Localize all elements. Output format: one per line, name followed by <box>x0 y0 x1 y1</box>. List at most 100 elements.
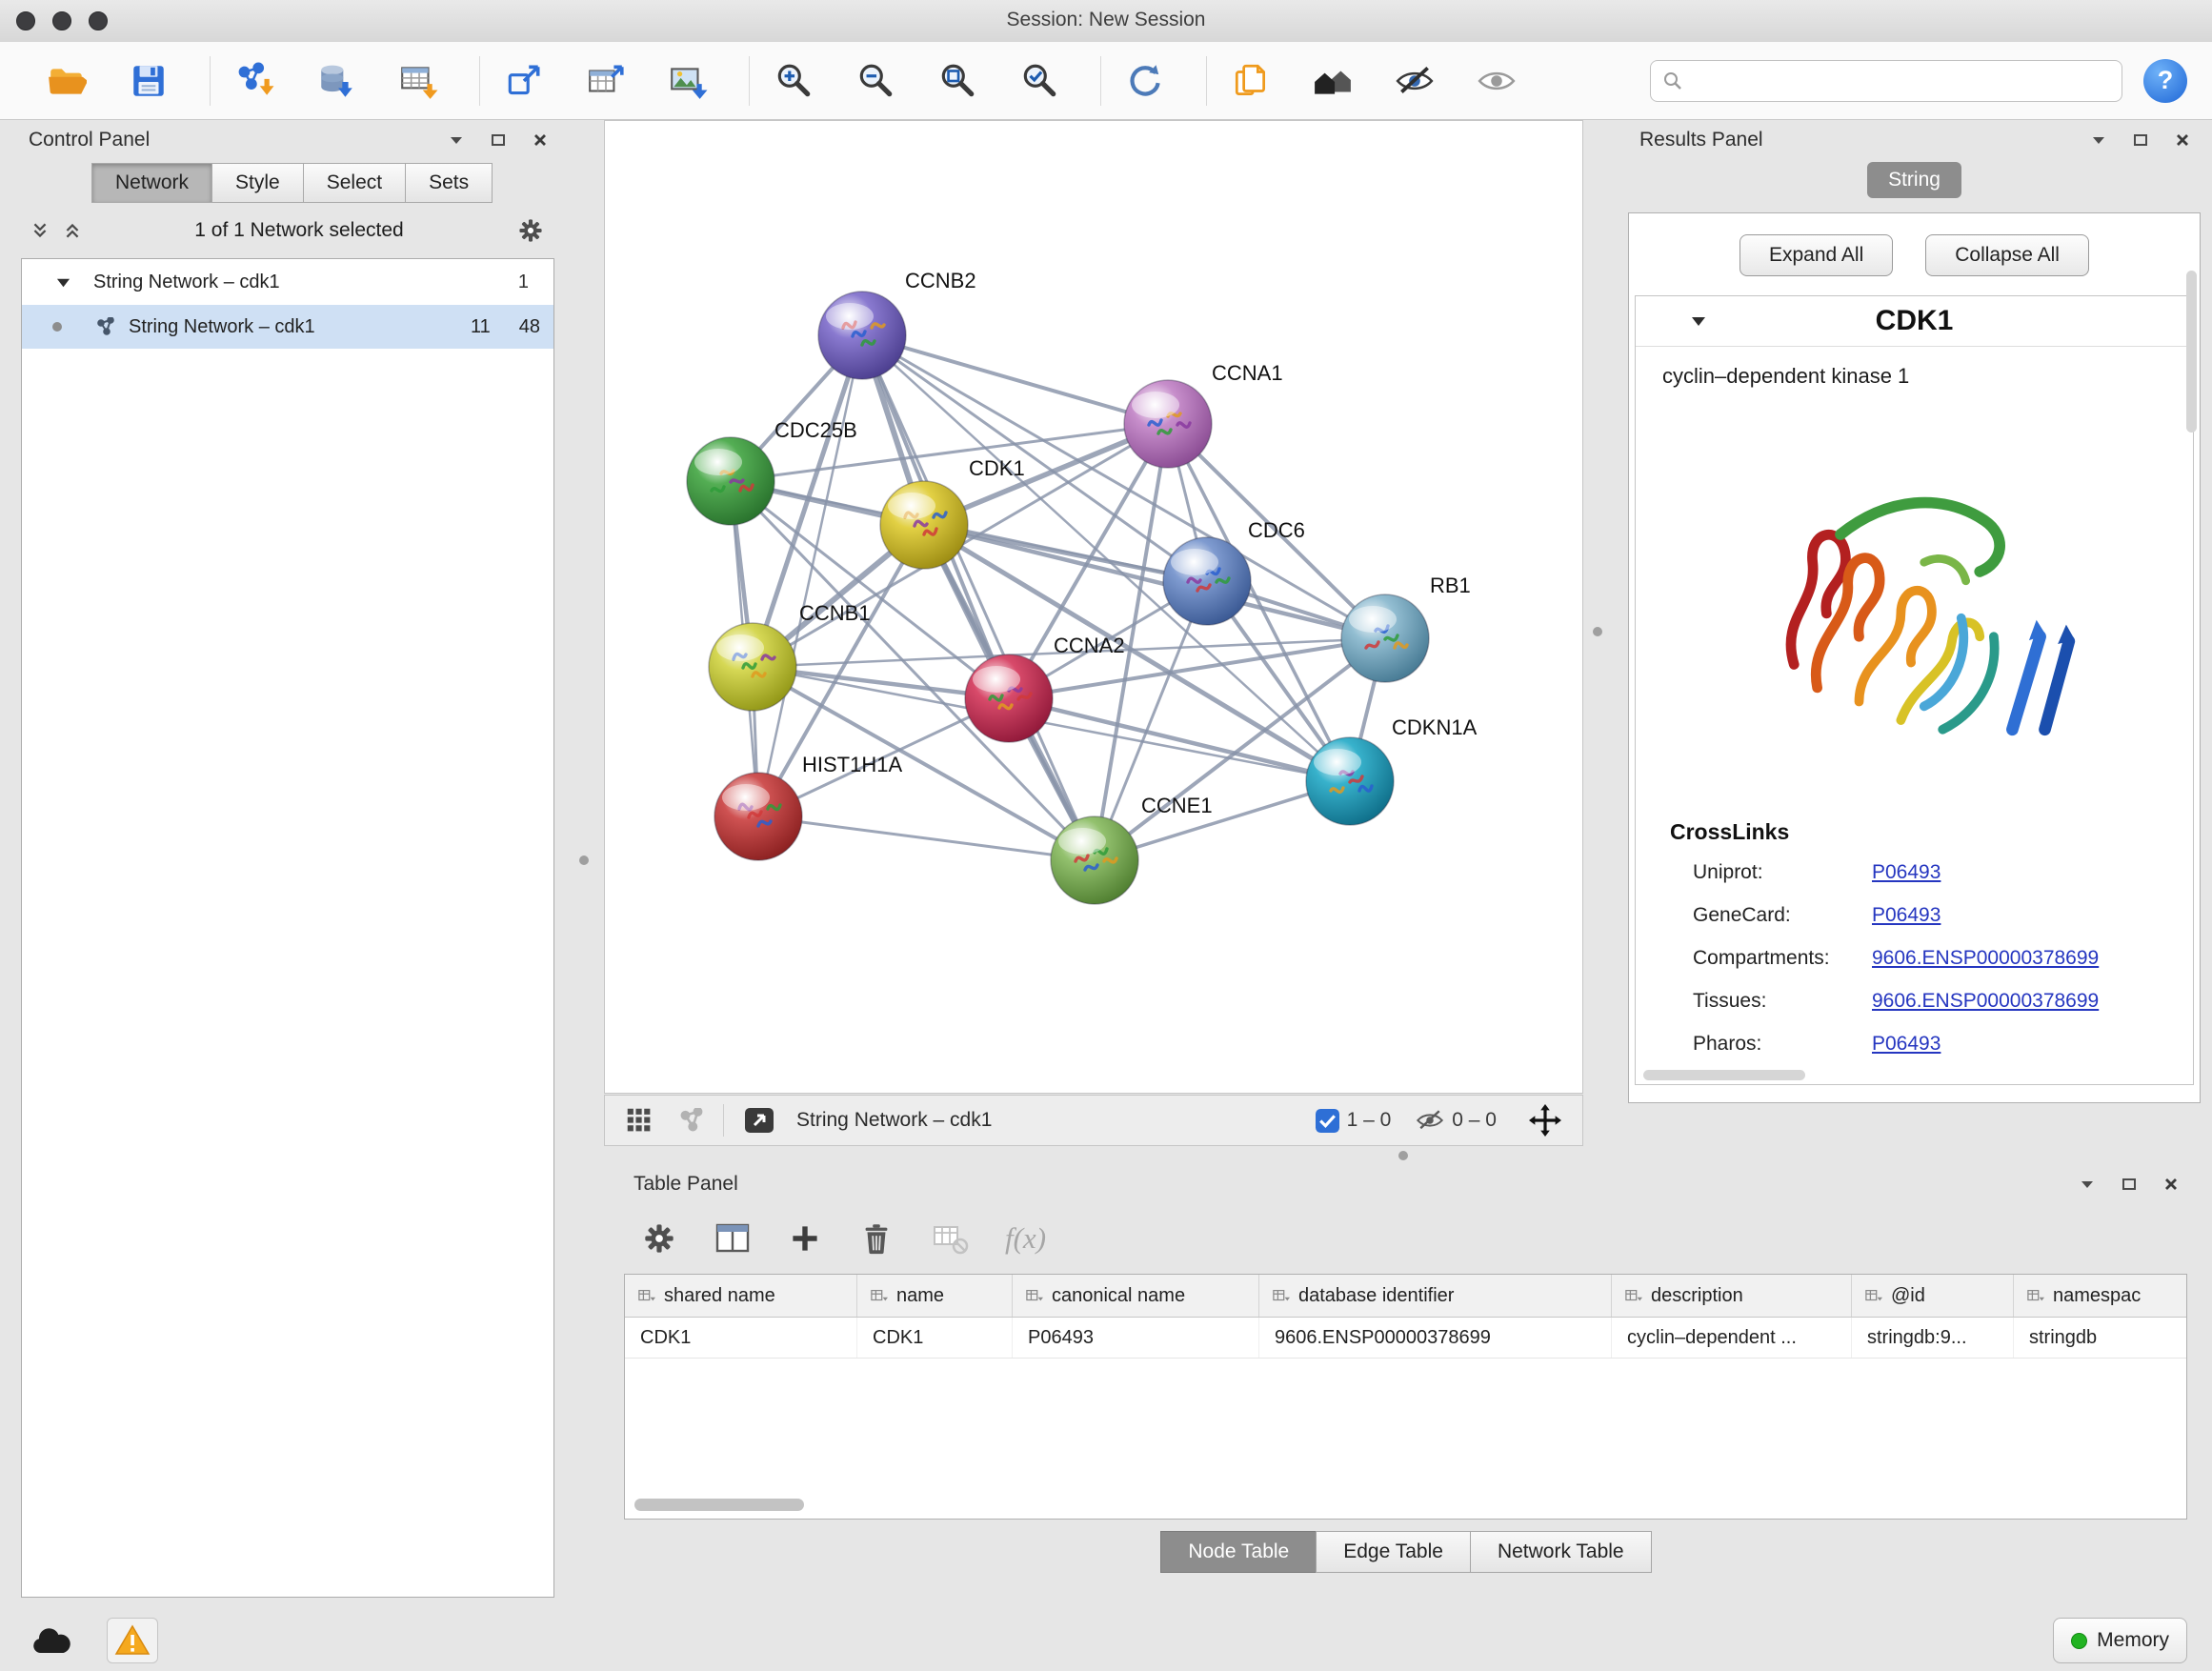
copy-button[interactable] <box>1226 53 1276 109</box>
vertical-splitter-handle[interactable] <box>1593 627 1602 636</box>
network-node-cdc25b[interactable] <box>687 437 774 525</box>
memory-button[interactable]: Memory <box>2053 1618 2187 1663</box>
show-columns-icon[interactable] <box>714 1219 752 1258</box>
function-builder-fx-icon[interactable]: f(x) <box>1005 1221 1046 1256</box>
network-node-ccna2[interactable] <box>965 654 1053 742</box>
network-row-selected[interactable]: String Network – cdk1 11 48 <box>22 305 553 349</box>
network-node-hist1h1a[interactable] <box>714 773 802 860</box>
protein-squiggle <box>1359 786 1372 791</box>
zoom-out-button[interactable] <box>851 53 900 109</box>
import-network-file-button[interactable] <box>230 53 279 109</box>
network-node-ccna1[interactable] <box>1124 380 1212 468</box>
pan-crosshair-icon[interactable] <box>1529 1104 1561 1137</box>
column-header[interactable]: database identifier <box>1259 1275 1612 1317</box>
crosslink-tissues-link[interactable]: 9606.ENSP00000378699 <box>1872 990 2099 1013</box>
birds-eye-grid-icon[interactable] <box>626 1107 653 1134</box>
network-node-ccne1[interactable] <box>1051 816 1138 904</box>
cloud-status-button[interactable] <box>27 1621 74 1660</box>
vertical-splitter-handle[interactable] <box>579 856 589 865</box>
help-button[interactable]: ? <box>2143 59 2187 103</box>
network-edge[interactable] <box>862 335 1168 424</box>
crosslink-uniprot-link[interactable]: P06493 <box>1872 861 1941 884</box>
expand-all-networks-icon[interactable] <box>30 221 50 240</box>
import-table-file-button[interactable] <box>393 53 443 109</box>
control-panel-tabs: Network Style Select Sets <box>91 163 564 203</box>
tab-edge-table[interactable]: Edge Table <box>1316 1531 1471 1573</box>
tab-node-table[interactable]: Node Table <box>1160 1531 1317 1573</box>
close-panel-icon[interactable] <box>2174 131 2191 149</box>
collapse-all-networks-icon[interactable] <box>63 221 82 240</box>
collapse-panel-icon[interactable] <box>2090 131 2107 149</box>
network-collection-row[interactable]: String Network – cdk1 1 <box>22 259 553 305</box>
open-session-button[interactable] <box>42 53 91 109</box>
table-settings-gear-icon[interactable] <box>641 1220 677 1257</box>
search-input[interactable] <box>1693 69 2110 92</box>
network-node-cdk1[interactable] <box>880 481 968 569</box>
network-share-icon[interactable] <box>679 1108 704 1133</box>
show-all-button[interactable] <box>1472 53 1521 109</box>
network-graph[interactable]: CCNB2CCNA1CDC25BCDK1CDC6RB1CCNB1CCNA2CDK… <box>605 121 1582 1093</box>
network-edge[interactable] <box>862 335 1095 860</box>
results-horizontal-scrollbar[interactable] <box>1643 1070 1805 1080</box>
float-panel-icon[interactable] <box>490 131 507 149</box>
gene-caret-icon[interactable] <box>1691 313 1706 329</box>
hidden-eye-slash-icon[interactable] <box>1416 1106 1444 1135</box>
export-table-button[interactable] <box>581 53 631 109</box>
crosslink-compartments-link[interactable]: 9606.ENSP00000378699 <box>1872 947 2099 970</box>
cell-database-identifier[interactable]: 9606.ENSP00000378699 <box>1259 1318 1612 1358</box>
network-node-cdc6[interactable] <box>1163 537 1251 625</box>
network-node-ccnb1[interactable] <box>709 623 796 711</box>
first-neighbors-button[interactable] <box>499 53 549 109</box>
network-view-canvas[interactable]: CCNB2CCNA1CDC25BCDK1CDC6RB1CCNB1CCNA2CDK… <box>604 120 1583 1094</box>
import-network-database-button[interactable] <box>312 53 361 109</box>
network-node-ccnb2[interactable] <box>818 292 906 379</box>
cell-shared-name[interactable]: CDK1 <box>625 1318 857 1358</box>
collapse-panel-icon[interactable] <box>448 131 465 149</box>
search-box[interactable] <box>1650 60 2122 102</box>
collapse-all-button[interactable]: Collapse All <box>1925 234 2089 276</box>
network-options-gear-icon[interactable] <box>516 216 545 245</box>
export-view-icon[interactable] <box>743 1105 775 1136</box>
network-node-rb1[interactable] <box>1341 594 1429 682</box>
export-image-button[interactable] <box>663 53 713 109</box>
gene-header[interactable]: CDK1 <box>1636 296 2193 347</box>
network-node-cdkn1a[interactable] <box>1306 737 1394 825</box>
tab-string[interactable]: String <box>1867 162 1961 198</box>
create-column-plus-icon[interactable] <box>788 1221 822 1256</box>
column-header[interactable]: shared name <box>625 1275 857 1317</box>
hide-selected-button[interactable] <box>1390 53 1439 109</box>
save-session-button[interactable] <box>124 53 173 109</box>
network-edge[interactable] <box>924 525 1385 638</box>
float-panel-icon[interactable] <box>2132 131 2149 149</box>
zoom-in-button[interactable] <box>769 53 818 109</box>
tab-sets[interactable]: Sets <box>405 163 493 203</box>
crosslink-genecard-link[interactable]: P06493 <box>1872 904 1941 927</box>
warnings-button[interactable] <box>107 1618 158 1663</box>
horizontal-splitter-handle[interactable] <box>1398 1151 1408 1160</box>
cell-name[interactable]: CDK1 <box>857 1318 1013 1358</box>
network-edge[interactable] <box>758 335 862 816</box>
close-panel-icon[interactable] <box>532 131 549 149</box>
expand-all-button[interactable]: Expand All <box>1739 234 1893 276</box>
tab-network[interactable]: Network <box>91 163 212 203</box>
zoom-fit-button[interactable] <box>933 53 982 109</box>
apply-layout-button[interactable] <box>1120 53 1170 109</box>
overview-windows-button[interactable] <box>1308 53 1357 109</box>
selected-checkbox-icon[interactable] <box>1316 1109 1339 1133</box>
tree-caret-icon[interactable] <box>56 275 70 290</box>
column-header[interactable]: name <box>857 1275 1013 1317</box>
column-header[interactable]: canonical name <box>1013 1275 1259 1317</box>
zoom-out-icon <box>855 61 895 101</box>
zoom-selected-button[interactable] <box>1015 53 1064 109</box>
delete-column-trash-icon[interactable] <box>858 1220 895 1257</box>
tab-style[interactable]: Style <box>211 163 304 203</box>
delete-table-icon[interactable] <box>931 1219 969 1258</box>
tab-select[interactable]: Select <box>303 163 406 203</box>
results-vertical-scrollbar[interactable] <box>2186 271 2197 433</box>
cell-canonical-name[interactable]: P06493 <box>1013 1318 1259 1358</box>
zoom-selected-icon <box>1019 61 1059 101</box>
crosslink-pharos-link[interactable]: P06493 <box>1872 1033 1941 1056</box>
first-neighbors-icon <box>504 61 544 101</box>
network-edge[interactable] <box>758 816 1095 860</box>
table-horizontal-scrollbar[interactable] <box>634 1499 804 1511</box>
